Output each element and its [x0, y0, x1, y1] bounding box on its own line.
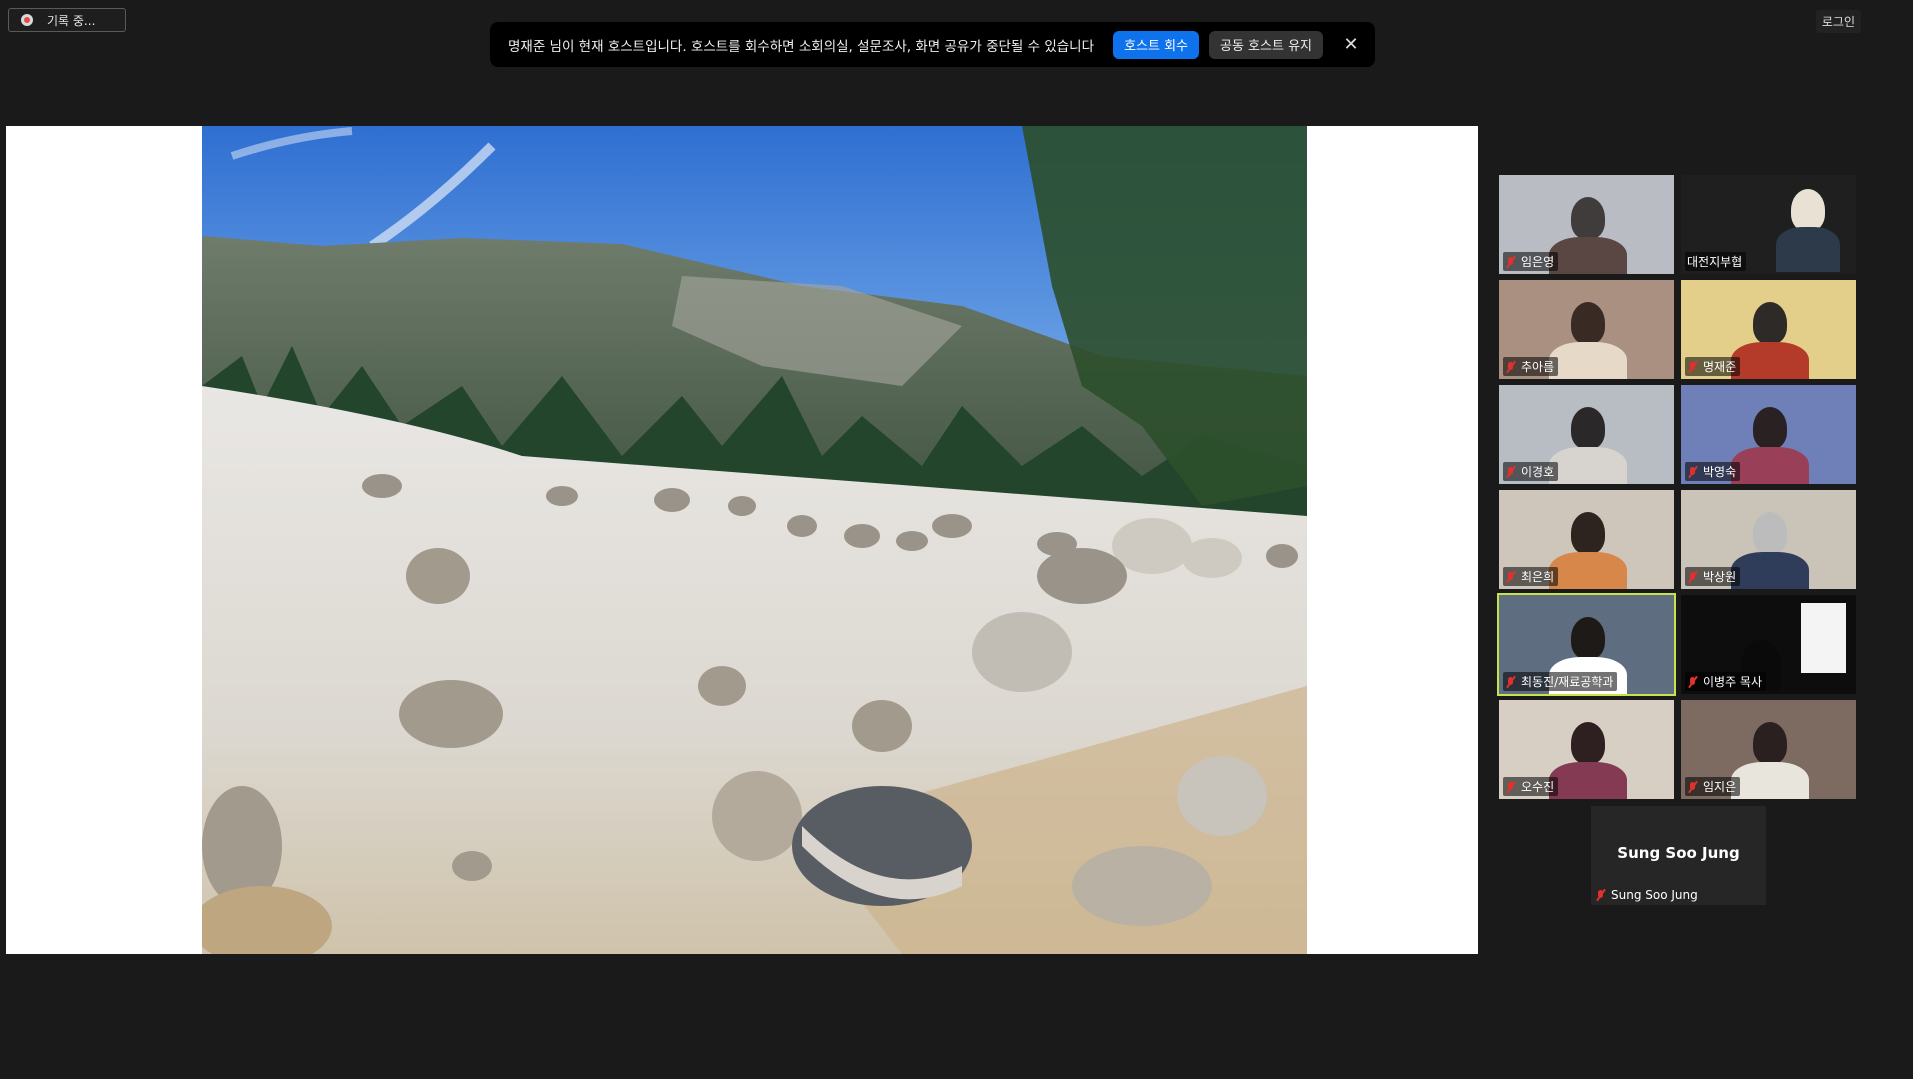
participant-tile[interactable]: 명재준: [1681, 280, 1856, 379]
shared-photo: [202, 126, 1307, 954]
participant-tile[interactable]: 박영숙: [1681, 385, 1856, 484]
participant-name: 박영숙: [1703, 465, 1737, 479]
participant-tile[interactable]: 대전지부협: [1681, 175, 1856, 274]
participant-tile[interactable]: 이병주 목사: [1681, 595, 1856, 694]
muted-mic-icon: [1687, 466, 1699, 478]
participant-tile[interactable]: 임지은: [1681, 700, 1856, 799]
participant-name: 임지은: [1703, 780, 1737, 794]
participant-name: 최은희: [1521, 570, 1555, 584]
participant-name-label: 이경호: [1503, 462, 1559, 481]
muted-mic-icon: [1687, 676, 1699, 688]
participant-name-label: 최은희: [1503, 567, 1559, 586]
participant-tile[interactable]: 박상원: [1681, 490, 1856, 589]
participant-tile[interactable]: 이경호: [1499, 385, 1674, 484]
participant-tile[interactable]: 임은영: [1499, 175, 1674, 274]
participant-tile-no-video[interactable]: Sung Soo Jung Sung Soo Jung: [1591, 806, 1766, 905]
participant-name-label: 대전지부협: [1685, 252, 1747, 271]
muted-mic-icon: [1505, 676, 1517, 688]
banner-message: 명재준 님이 현재 호스트입니다. 호스트를 회수하면 소회의실, 설문조사, …: [508, 38, 1095, 55]
reclaim-host-button[interactable]: 호스트 회수: [1113, 30, 1199, 59]
muted-mic-icon: [1595, 889, 1607, 901]
recording-label: 기록 중...: [47, 13, 96, 28]
shared-screen: [6, 126, 1478, 954]
participant-name: 이병주 목사: [1703, 675, 1763, 689]
participant-name: 이경호: [1521, 465, 1555, 479]
participant-display-name: Sung Soo Jung: [1617, 844, 1740, 862]
participant-tile[interactable]: 오수진: [1499, 700, 1674, 799]
participant-name: 임은영: [1521, 255, 1555, 269]
participant-name-label: 최동진/재료공학과: [1503, 672, 1618, 691]
participant-tile[interactable]: 추아름: [1499, 280, 1674, 379]
participant-name: 최동진/재료공학과: [1521, 675, 1614, 689]
recording-indicator[interactable]: 기록 중...: [8, 8, 126, 32]
keep-cohost-button[interactable]: 공동 호스트 유지: [1209, 30, 1323, 59]
record-icon: [21, 14, 33, 26]
muted-mic-icon: [1505, 256, 1517, 268]
muted-mic-icon: [1687, 361, 1699, 373]
muted-mic-icon: [1687, 781, 1699, 793]
login-button[interactable]: 로그인: [1815, 10, 1861, 33]
close-icon[interactable]: ✕: [1339, 34, 1363, 55]
participant-name-label: 이병주 목사: [1685, 672, 1767, 691]
muted-mic-icon: [1505, 361, 1517, 373]
participant-name: 대전지부협: [1687, 255, 1743, 269]
muted-mic-icon: [1505, 781, 1517, 793]
participant-name-label: 임은영: [1503, 252, 1559, 271]
participant-name: 명재준: [1703, 360, 1737, 374]
participant-name-label: 임지은: [1685, 777, 1741, 796]
participant-name-label: Sung Soo Jung: [1595, 888, 1698, 902]
participant-name-label: 오수진: [1503, 777, 1559, 796]
participant-name-label: 박영숙: [1685, 462, 1741, 481]
participant-name-label: 박상원: [1685, 567, 1741, 586]
participant-name: 오수진: [1521, 780, 1555, 794]
host-notification-banner: 명재준 님이 현재 호스트입니다. 호스트를 회수하면 소회의실, 설문조사, …: [490, 22, 1375, 67]
muted-mic-icon: [1505, 571, 1517, 583]
participant-name-label: 명재준: [1685, 357, 1741, 376]
muted-mic-icon: [1687, 571, 1699, 583]
participant-name: 박상원: [1703, 570, 1737, 584]
participant-name-label: 추아름: [1503, 357, 1559, 376]
participant-name: Sung Soo Jung: [1611, 888, 1698, 902]
participant-tile[interactable]: 최은희: [1499, 490, 1674, 589]
muted-mic-icon: [1505, 466, 1517, 478]
participant-tile[interactable]: 최동진/재료공학과: [1497, 593, 1676, 696]
participant-name: 추아름: [1521, 360, 1555, 374]
